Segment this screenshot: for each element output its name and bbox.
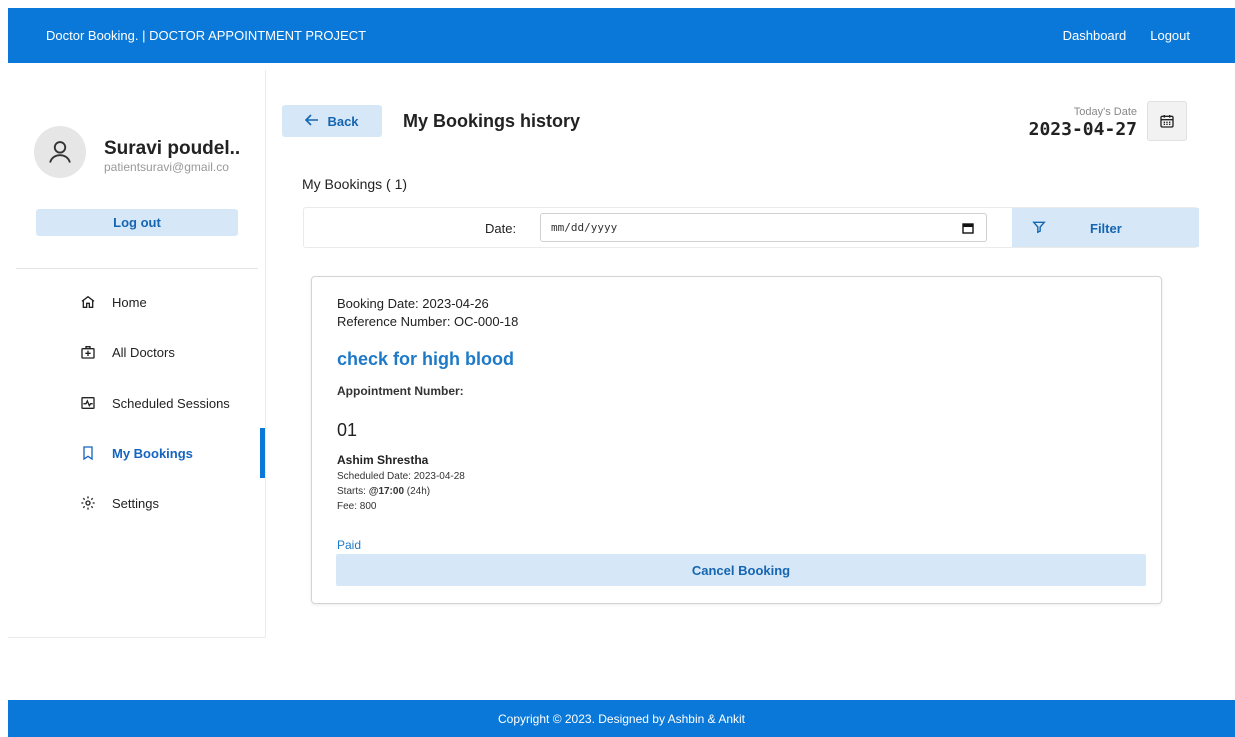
- sidebar-divider: [16, 268, 258, 269]
- user-icon: [49, 141, 71, 163]
- footer: Copyright © 2023. Designed by Ashbin & A…: [8, 700, 1235, 737]
- calendar-icon: [1160, 115, 1174, 128]
- dashboard-link[interactable]: Dashboard: [1063, 28, 1127, 43]
- brand-title[interactable]: Doctor Booking. | DOCTOR APPOINTMENT PRO…: [46, 28, 366, 43]
- sidebar-item-label: My Bookings: [112, 445, 193, 461]
- doctor-name: Ashim Shrestha: [337, 453, 429, 467]
- payment-status: Paid: [337, 538, 362, 552]
- sidebar-logout-button[interactable]: Log out: [36, 209, 238, 236]
- user-name: Suravi poudel..: [104, 138, 241, 159]
- sidebar-item-label: All Doctors: [112, 344, 175, 360]
- top-nav: Dashboard Logout: [1063, 28, 1190, 43]
- sidebar: Suravi poudel.. patientsuravi@gmail.co L…: [8, 70, 266, 638]
- booking-card: Booking Date: 2023-04-26 Reference Numbe…: [311, 276, 1162, 604]
- calendar-button[interactable]: [1147, 101, 1187, 141]
- fee: Fee: 800: [337, 501, 377, 512]
- user-email: patientsuravi@gmail.co: [104, 160, 229, 174]
- start-time-prefix: Starts:: [337, 486, 369, 497]
- today-date-label: Today's Date: [1073, 106, 1137, 118]
- pulse-icon: [78, 393, 98, 413]
- top-navbar: Doctor Booking. | DOCTOR APPOINTMENT PRO…: [8, 8, 1235, 63]
- start-time-value: @17:00: [368, 486, 405, 497]
- appointment-number: 01: [337, 420, 358, 440]
- booking-title: check for high blood: [337, 349, 515, 369]
- footer-copyright: Copyright © 2023. Designed by Ashbin & A…: [498, 711, 745, 726]
- today-date-value: 2023-04-27: [1028, 119, 1137, 140]
- sidebar-item-label: Home: [112, 294, 147, 310]
- sidebar-item-scheduled-sessions[interactable]: Scheduled Sessions: [78, 383, 266, 423]
- booking-date: Booking Date: 2023-04-26: [337, 296, 489, 311]
- back-label: Back: [327, 113, 359, 129]
- sidebar-item-my-bookings[interactable]: My Bookings: [78, 433, 266, 473]
- calendar-icon[interactable]: [962, 222, 974, 237]
- funnel-icon: [1032, 220, 1046, 237]
- date-filter-label: Date:: [485, 221, 517, 236]
- sidebar-item-label: Settings: [112, 495, 159, 511]
- filter-button[interactable]: Filter: [1012, 208, 1199, 247]
- filter-label: Filter: [1090, 221, 1122, 236]
- date-filter-input[interactable]: mm/dd/yyyy: [540, 213, 987, 242]
- appointment-number-label: Appointment Number:: [337, 384, 464, 398]
- gear-icon: [78, 493, 98, 513]
- active-indicator: [260, 428, 265, 478]
- home-icon: [78, 292, 98, 312]
- bookmark-icon: [78, 443, 98, 463]
- sidebar-item-label: Scheduled Sessions: [112, 395, 230, 411]
- reference-number: Reference Number: OC-000-18: [337, 314, 519, 329]
- scheduled-date: Scheduled Date: 2023-04-28: [337, 471, 465, 482]
- back-button[interactable]: Back: [282, 105, 382, 137]
- date-placeholder: mm/dd/yyyy: [551, 221, 618, 234]
- arrow-left-icon: [305, 113, 319, 129]
- page-title: My Bookings history: [403, 111, 581, 131]
- bookings-count-heading: My Bookings ( 1): [302, 176, 408, 192]
- avatar: [34, 126, 86, 178]
- sidebar-item-settings[interactable]: Settings: [78, 483, 266, 523]
- filter-bar: Date: mm/dd/yyyy Filter: [303, 207, 1199, 248]
- sidebar-item-home[interactable]: Home: [78, 282, 266, 322]
- sidebar-item-all-doctors[interactable]: All Doctors: [78, 332, 266, 372]
- logout-link[interactable]: Logout: [1150, 28, 1190, 43]
- medical-kit-icon: [78, 342, 98, 362]
- start-time: Starts: @17:00 (24h): [337, 486, 430, 497]
- cancel-booking-button[interactable]: Cancel Booking: [336, 554, 1146, 586]
- start-time-suffix: (24h): [404, 486, 431, 497]
